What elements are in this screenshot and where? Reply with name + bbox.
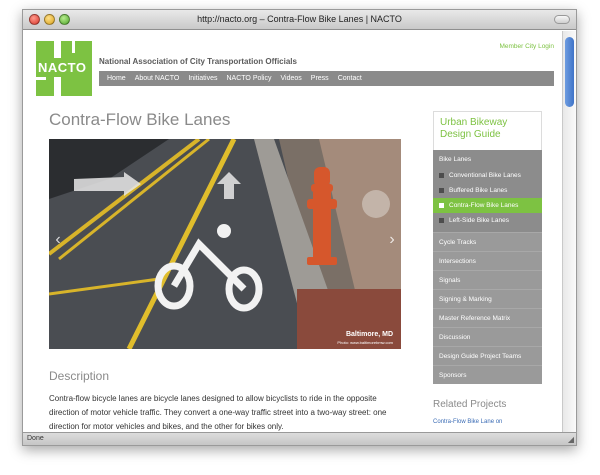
bullet-square-icon	[439, 218, 444, 223]
nav-press[interactable]: Press	[311, 75, 329, 82]
sidebar-item-cycle-tracks[interactable]: Cycle Tracks	[433, 232, 542, 251]
nav-videos[interactable]: Videos	[281, 75, 302, 82]
page-title: Contra-Flow Bike Lanes	[49, 110, 231, 129]
sidebar-item-signals[interactable]: Signals	[433, 270, 542, 289]
nav-contact[interactable]: Contact	[338, 75, 362, 82]
nav-home[interactable]: Home	[107, 75, 126, 82]
sidebar-subitem-label: Left-Side Bike Lanes	[449, 217, 509, 224]
status-text: Done	[27, 435, 44, 442]
sidebar-item-master-matrix[interactable]: Master Reference Matrix	[433, 308, 542, 327]
page-viewport: NACTO National Association of City Trans…	[23, 31, 564, 434]
prev-slide-button[interactable]: ‹	[51, 229, 65, 251]
nav-about[interactable]: About NACTO	[135, 75, 180, 82]
vertical-scrollbar[interactable]	[562, 31, 576, 434]
sidebar-subitem-label: Conventional Bike Lanes	[449, 172, 521, 179]
bike-lane-photo: ‹ › Baltimore, MD Photo: www.baltimorebm…	[49, 139, 401, 349]
main-nav: Home About NACTO Initiatives NACTO Polic…	[99, 71, 554, 86]
nav-policy[interactable]: NACTO Policy	[227, 75, 272, 82]
nav-initiatives[interactable]: Initiatives	[188, 75, 217, 82]
sidebar-subitem-buffered[interactable]: Buffered Bike Lanes	[433, 183, 542, 198]
sidebar-item-intersections[interactable]: Intersections	[433, 251, 542, 270]
bullet-square-icon	[439, 188, 444, 193]
guide-title-box[interactable]: Urban Bikeway Design Guide	[433, 111, 542, 150]
title-bar: http://nacto.org – Contra-Flow Bike Lane…	[23, 10, 576, 30]
next-slide-button[interactable]: ›	[385, 229, 399, 251]
sidebar-subitem-label: Contra-Flow Bike Lanes	[449, 202, 519, 209]
sidebar-subitem-conventional[interactable]: Conventional Bike Lanes	[433, 168, 542, 183]
bullet-square-icon	[439, 203, 444, 208]
sidebar-item-project-teams[interactable]: Design Guide Project Teams	[433, 346, 542, 365]
sidebar-menu: Bike Lanes Conventional Bike Lanes Buffe…	[433, 150, 542, 384]
scrollbar-thumb[interactable]	[565, 37, 574, 107]
member-login-link[interactable]: Member City Login	[499, 43, 554, 50]
sidebar-item-bike-lanes[interactable]: Bike Lanes	[433, 150, 542, 168]
logo-text: NACTO	[38, 60, 87, 75]
description-text: Contra-flow bicycle lanes are bicycle la…	[49, 394, 387, 431]
sidebar-item-signing-marking[interactable]: Signing & Marking	[433, 289, 542, 308]
guide-title-line2: Design Guide	[440, 129, 501, 140]
nacto-logo[interactable]: NACTO	[36, 41, 92, 96]
photo-caption: Baltimore, MD	[345, 331, 393, 338]
guide-title-line1: Urban Bikeway	[440, 117, 508, 128]
status-bar: Done ◢	[23, 432, 576, 445]
related-projects-heading: Related Projects	[433, 399, 507, 410]
photo-credit: Photo: www.baltimorebmw.com	[337, 340, 393, 345]
related-project-link[interactable]: Contra-Flow Bike Lane on	[433, 419, 542, 425]
bullet-square-icon	[439, 173, 444, 178]
browser-window: http://nacto.org – Contra-Flow Bike Lane…	[22, 9, 577, 446]
sidebar-item-discussion[interactable]: Discussion	[433, 327, 542, 346]
org-name: National Association of City Transportat…	[99, 57, 297, 66]
sidebar-subitem-left-side[interactable]: Left-Side Bike Lanes	[433, 213, 542, 232]
toolbar-toggle-button[interactable]	[554, 15, 570, 24]
sidebar-subitem-contra-flow[interactable]: Contra-Flow Bike Lanes	[433, 198, 542, 213]
description-heading: Description	[49, 369, 110, 383]
resize-grip-icon[interactable]: ◢	[568, 435, 574, 444]
sidebar: Urban Bikeway Design Guide Bike Lanes Co…	[433, 111, 542, 425]
sidebar-item-sponsors[interactable]: Sponsors	[433, 365, 542, 384]
sidebar-subitem-label: Buffered Bike Lanes	[449, 187, 508, 194]
window-title: http://nacto.org – Contra-Flow Bike Lane…	[197, 14, 402, 24]
